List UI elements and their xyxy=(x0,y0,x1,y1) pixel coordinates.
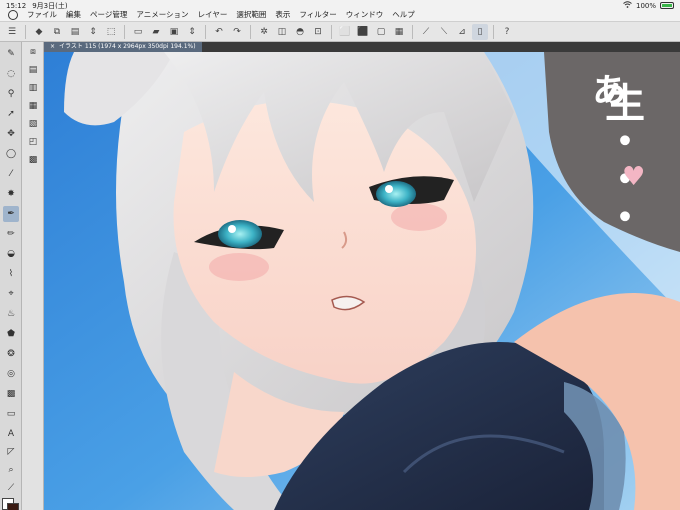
eraser-icon[interactable]: ⬟ xyxy=(3,326,19,342)
speech-text: 生・・・ xyxy=(598,82,644,234)
menu-filter[interactable]: フィルター xyxy=(299,9,336,20)
panel-icon[interactable]: ▧ xyxy=(25,116,41,132)
decoration-icon[interactable]: ❂ xyxy=(3,346,19,362)
pen-tool-icon[interactable]: ⟋ xyxy=(3,480,19,496)
separator xyxy=(250,24,251,39)
pen-icon[interactable]: ✒ xyxy=(3,206,19,222)
crop-icon[interactable]: ◫ xyxy=(274,24,290,40)
separator xyxy=(412,24,413,39)
correct-line-icon[interactable]: ⌕ xyxy=(3,462,19,478)
undo-icon[interactable]: ↶ xyxy=(211,24,227,40)
tab-strip: × イラスト 115 (1974 x 2964px 350dpi 194.1%) xyxy=(44,42,680,52)
paste-icon[interactable]: ▤ xyxy=(67,24,83,40)
eye-highlight-left xyxy=(228,225,236,233)
panel-icon[interactable]: ▥ xyxy=(25,80,41,96)
redo-icon[interactable]: ↷ xyxy=(229,24,245,40)
battery-icon xyxy=(660,2,674,9)
menu-bar: 15:12 9月3日(土) ファイル 編集 ページ管理 アニメーション レイヤー… xyxy=(0,0,680,22)
copy-icon[interactable]: ⧉ xyxy=(49,24,65,40)
selection-icon[interactable]: ◯ xyxy=(3,146,19,162)
separator xyxy=(25,24,26,39)
eye-right xyxy=(376,181,416,207)
text-icon[interactable]: A xyxy=(3,426,19,442)
status-right: 100% xyxy=(623,1,674,10)
close-icon[interactable]: × xyxy=(50,42,55,52)
blush-left xyxy=(209,253,269,281)
deselect-icon[interactable]: ⬛ xyxy=(355,24,371,40)
transform-icon[interactable]: ⊡ xyxy=(310,24,326,40)
save-icon[interactable]: ▣ xyxy=(166,24,182,40)
tool-bar: ✎ ◌ ⚲ ➚ ✥ ◯ ⁄ ✸ ✒ ✏ ◒ ⌇ ⌖ ♨ ⬟ ❂ ◎ ▩ ▭ A … xyxy=(0,42,22,510)
menu-window[interactable]: ウィンドウ xyxy=(346,9,384,20)
eye-highlight-right xyxy=(385,185,393,193)
auto-select-icon[interactable]: ✸ xyxy=(3,186,19,202)
menu-selection[interactable]: 選択範囲 xyxy=(236,9,266,20)
fill-icon[interactable]: ◓ xyxy=(292,24,308,40)
separator xyxy=(493,24,494,39)
panel-icon[interactable]: ▦ xyxy=(25,98,41,114)
panel-icon[interactable]: ▩ xyxy=(25,152,41,168)
fill-tool-icon[interactable]: ◎ xyxy=(3,366,19,382)
balloon-icon[interactable]: ◸ xyxy=(3,444,19,460)
menu-page[interactable]: ページ管理 xyxy=(90,9,127,20)
move-icon[interactable]: ✥ xyxy=(3,126,19,142)
airbrush-icon[interactable]: ⌖ xyxy=(3,286,19,302)
eye-left xyxy=(218,220,262,248)
menu-items: ファイル 編集 ページ管理 アニメーション レイヤー 選択範囲 表示 フィルター… xyxy=(0,9,415,20)
blend-icon[interactable]: ♨ xyxy=(3,306,19,322)
layer-move-icon[interactable]: ◆ xyxy=(31,24,47,40)
document-tab-label: イラスト 115 (1974 x 2964px 350dpi 194.1%) xyxy=(59,43,196,50)
operation-icon[interactable]: ➚ xyxy=(3,106,19,122)
snap-special-ruler-icon[interactable]: ⟍ xyxy=(436,24,452,40)
panel-icon[interactable]: ◰ xyxy=(25,134,41,150)
selection-launcher-icon[interactable]: ▦ xyxy=(391,24,407,40)
menu-edit[interactable]: 編集 xyxy=(66,9,81,20)
clear-icon[interactable]: ⬚ xyxy=(103,24,119,40)
settings-icon[interactable]: ✲ xyxy=(256,24,272,40)
sub-color-swatch[interactable] xyxy=(7,503,19,510)
menu-layer[interactable]: レイヤー xyxy=(198,9,228,20)
command-bar: ☰ ◆ ⧉ ▤ ⇕ ⬚ ▭ ▰ ▣ ⇕ ↶ ↷ ✲ ◫ ◓ ⊡ ⬜ ⬛ ▢ ▦ … xyxy=(0,22,680,42)
separator xyxy=(331,24,332,39)
help-icon[interactable]: ? xyxy=(499,24,515,40)
smartphone-link-icon[interactable]: ▯ xyxy=(472,23,488,40)
stepper-icon[interactable]: ⇕ xyxy=(85,24,101,40)
artwork xyxy=(44,52,680,510)
figure-icon[interactable]: ▭ xyxy=(3,406,19,422)
pencil-icon[interactable]: ✏ xyxy=(3,226,19,242)
gradient-icon[interactable]: ▩ xyxy=(3,386,19,402)
panel-bar: ⧈ ▤ ▥ ▦ ▧ ◰ ▩ xyxy=(22,42,44,510)
menu-help[interactable]: ヘルプ xyxy=(392,9,415,20)
separator xyxy=(205,24,206,39)
brush-icon[interactable]: ⌇ xyxy=(3,266,19,282)
separator xyxy=(124,24,125,39)
pen-tool-icon[interactable]: ✎ xyxy=(3,46,19,62)
wifi-icon xyxy=(623,1,632,10)
panel-icon[interactable]: ▤ xyxy=(25,62,41,78)
zoom-icon[interactable]: ⚲ xyxy=(3,86,19,102)
layer-panel-icon[interactable]: ⧈ xyxy=(25,44,41,60)
clip-studio-icon[interactable] xyxy=(8,9,18,20)
ink-icon[interactable]: ◒ xyxy=(3,246,19,262)
hamburger-icon[interactable]: ☰ xyxy=(4,24,20,40)
menu-animation[interactable]: アニメーション xyxy=(136,9,188,20)
select-all-icon[interactable]: ⬜ xyxy=(337,24,353,40)
canvas[interactable]: ぁ 生・・・ ♥ xyxy=(44,52,680,510)
heart-icon: ♥ xyxy=(622,162,646,192)
document-tab[interactable]: × イラスト 115 (1974 x 2964px 350dpi 194.1%) xyxy=(44,42,202,52)
blush-right xyxy=(391,203,447,231)
lasso-icon[interactable]: ◌ xyxy=(3,66,19,82)
battery-percent: 100% xyxy=(635,1,656,10)
new-file-icon[interactable]: ▭ xyxy=(130,24,146,40)
eyedropper-icon[interactable]: ⁄ xyxy=(3,166,19,182)
snap-ruler-icon[interactable]: ⟋ xyxy=(418,24,434,40)
snap-grid-icon[interactable]: ⊿ xyxy=(454,24,470,40)
open-file-icon[interactable]: ▰ xyxy=(148,24,164,40)
invert-selection-icon[interactable]: ▢ xyxy=(373,24,389,40)
menu-file[interactable]: ファイル xyxy=(27,9,57,20)
stepper-icon[interactable]: ⇕ xyxy=(184,24,200,40)
menu-view[interactable]: 表示 xyxy=(275,9,290,20)
